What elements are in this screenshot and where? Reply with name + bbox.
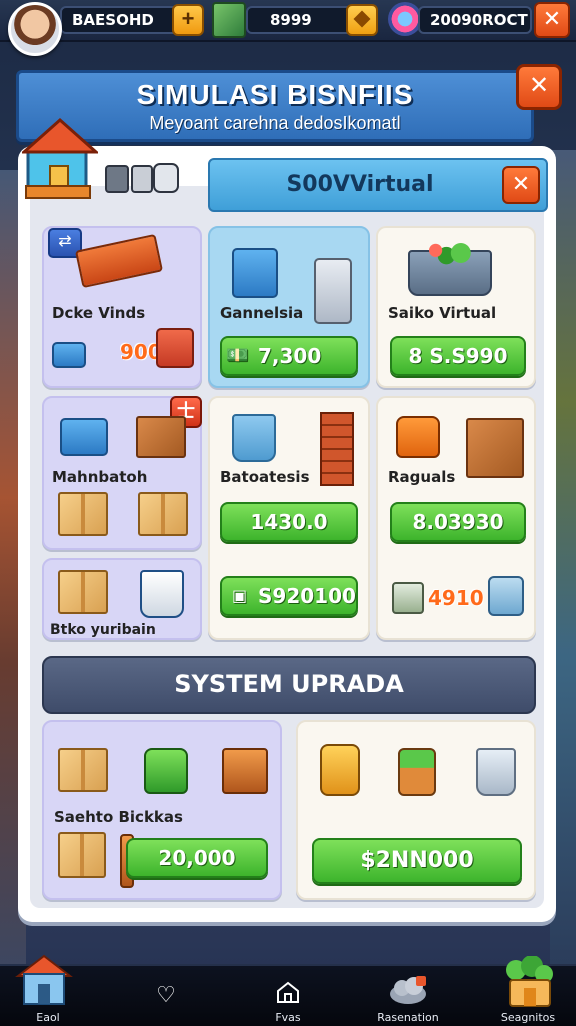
nav-item-fvas[interactable]: Fvas — [240, 966, 336, 1026]
buy-button[interactable]: ▣ S920100 — [220, 576, 358, 616]
bag-icon — [144, 748, 188, 794]
nav-item-favorites[interactable]: ♡ — [118, 966, 214, 1026]
nav-label: Eaol — [36, 1011, 60, 1024]
card-label: Mahnbatoh — [52, 468, 148, 486]
box-icon — [58, 832, 106, 878]
card-label: Gannelsia — [220, 304, 304, 322]
vegetables-icon — [414, 240, 486, 266]
buy-button[interactable]: $2NN000 — [312, 838, 522, 884]
home-outline-icon — [277, 981, 299, 1003]
bottom-nav: Eaol ♡ Fvas Rasenation Seagnitos — [0, 954, 576, 1026]
truck-icon — [60, 418, 108, 456]
card-label: Saiko Virtual — [388, 304, 497, 322]
box-icon — [58, 492, 108, 536]
cart-icon — [156, 328, 194, 368]
shelf-icon — [320, 412, 354, 486]
cloud-icon — [390, 976, 426, 1004]
banner-close-button[interactable]: ✕ — [516, 64, 562, 110]
basket-icon — [408, 240, 492, 296]
card-label: Saehto Bickkas — [54, 808, 183, 826]
card-label: Btko yuribain — [50, 622, 156, 638]
card-label: Batoatesis — [220, 468, 310, 486]
buy-button[interactable]: 💵 7,300 — [220, 336, 358, 376]
house-icon — [15, 954, 73, 1005]
nav-label: Seagnitos — [500, 1011, 556, 1024]
shop-card[interactable]: Gannelsia 💵 7,300 — [208, 226, 370, 388]
shop-card[interactable]: ⇄ Dcke Vinds 900 — [42, 226, 202, 388]
gems-value: 20090ROCT — [430, 11, 528, 29]
box-icon — [138, 492, 188, 536]
register-icon: ▣ — [232, 586, 248, 605]
plant-shop-icon — [506, 956, 553, 1007]
nav-item-seagnitos[interactable]: Seagnitos — [480, 956, 576, 1026]
truck-icon — [52, 342, 86, 368]
cash-icon — [212, 2, 246, 38]
bag-icon — [396, 416, 440, 458]
nav-label: Fvas — [275, 1011, 301, 1024]
price-label: S920100 — [258, 584, 356, 608]
crate-icon — [466, 418, 524, 478]
machine-icon — [488, 576, 524, 616]
nav-item-home[interactable]: Eaol — [0, 954, 96, 1026]
card-label: Raguals — [388, 468, 456, 486]
close-app-button[interactable]: ✕ — [534, 2, 570, 38]
buy-button[interactable]: 8.03930 — [390, 502, 526, 542]
box-icon — [58, 748, 108, 792]
page-title: SIMULASI BISNFIIS — [136, 79, 414, 110]
shop-card[interactable]: Raguals 8.03930 4910 — [376, 396, 536, 640]
beam-icon — [74, 233, 164, 289]
upgrade-card[interactable]: Saehto Bickkas 20,000 — [42, 720, 282, 900]
barrel-icon — [320, 744, 360, 796]
shop-card[interactable]: Batoatesis 1430.0 ▣ S920100 — [208, 396, 370, 640]
buy-button[interactable]: 1430.0 — [220, 502, 358, 542]
nav-label: Rasenation — [377, 1011, 439, 1024]
add-funds-button[interactable]: + — [172, 4, 204, 36]
house-icon — [22, 117, 98, 199]
chair-icon — [222, 748, 268, 794]
buy-button[interactable]: 20,000 — [126, 838, 268, 878]
store-close-button[interactable]: ✕ — [502, 166, 540, 204]
avatar[interactable] — [8, 2, 62, 56]
shop-button[interactable] — [346, 4, 378, 36]
cash-value: 8999 — [270, 11, 312, 29]
crate-icon — [136, 416, 186, 458]
bucket-icon — [232, 414, 276, 462]
vending-icon — [314, 258, 352, 324]
shop-card[interactable]: 士 Mahnbatoh — [42, 396, 202, 550]
player-name: BAESOHD — [72, 11, 154, 29]
box-icon — [58, 570, 108, 614]
gems-box: 20090ROCT — [418, 6, 532, 34]
top-bar: BAESOHD + 8999 20090ROCT ✕ — [0, 0, 576, 42]
bucket-icon — [476, 748, 516, 796]
machine-icon — [105, 163, 179, 193]
bucket-icon — [140, 570, 184, 618]
section-title: SYSTEM UPRADA — [174, 670, 404, 698]
card-label: Dcke Vinds — [52, 304, 146, 322]
shop-card[interactable]: Saiko Virtual 8 S.S990 — [376, 226, 536, 388]
system-upgrade-header: SYSTEM UPRADA — [42, 656, 536, 714]
forklift-icon — [232, 248, 278, 298]
plant-icon — [398, 748, 436, 796]
money-icon: 💵 — [226, 345, 249, 366]
price-label: 7,300 — [258, 344, 322, 368]
cash-register-icon — [392, 582, 424, 614]
store-header: S00VVirtual ✕ — [208, 158, 548, 212]
heart-icon: ♡ — [156, 982, 176, 1007]
store-title: S00VVirtual — [286, 172, 434, 197]
upgrade-card[interactable]: $2NN000 — [296, 720, 536, 900]
nav-item-rasenation[interactable]: Rasenation — [360, 966, 456, 1026]
buy-button[interactable]: 8 S.S990 — [390, 336, 526, 376]
price-tag: 4910 — [428, 586, 484, 610]
shop-card[interactable]: Btko yuribain — [42, 558, 202, 640]
gem-icon — [388, 2, 422, 36]
